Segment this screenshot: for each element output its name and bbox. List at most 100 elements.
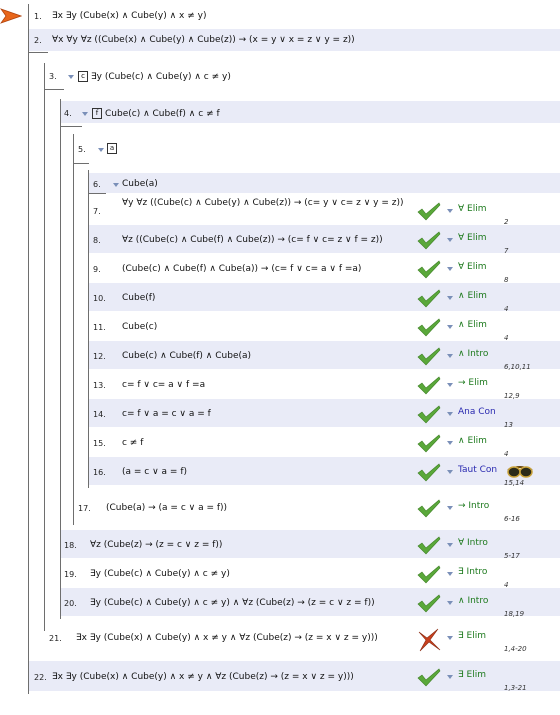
proof-row-background [89, 283, 560, 311]
rule-name[interactable]: ∧ Intro [458, 596, 488, 606]
premise-formula[interactable]: ∀x ∀y ∀z ((Cube(x) ∧ Cube(y) ∧ Cube(z)) … [52, 35, 355, 45]
rule-support[interactable]: 5-17 [504, 552, 520, 560]
line-number: 15. [93, 439, 106, 448]
proof-line-formula[interactable]: c= f ∨ c= a ∨ f =a [122, 380, 205, 390]
check-icon [417, 593, 441, 613]
proof-line-formula[interactable]: ∃y (Cube(c) ∧ Cube(y) ∧ c ≠ y) [90, 569, 230, 579]
rule-dropdown-icon[interactable] [447, 383, 453, 387]
rule-dropdown-icon[interactable] [447, 470, 453, 474]
rule-name[interactable]: ∀ Elim [458, 204, 486, 214]
rule-name[interactable]: → Elim [458, 378, 488, 388]
rule-name[interactable]: Ana Con [458, 407, 496, 417]
subproof-a-bar [73, 134, 74, 525]
line-number: 1. [34, 12, 42, 21]
rule-name[interactable]: ∧ Elim [458, 320, 487, 330]
rule-dropdown-icon[interactable] [447, 354, 453, 358]
check-icon [417, 564, 441, 584]
proof-line-formula[interactable]: ∀y ∀z ((Cube(c) ∧ Cube(y) ∧ Cube(z)) → (… [122, 198, 412, 209]
rule-name[interactable]: ∃ Elim [458, 631, 486, 641]
proof-line-formula[interactable]: (Cube(a) → (a = c ∨ a = f)) [106, 503, 227, 513]
rule-name[interactable]: ∀ Elim [458, 262, 486, 272]
rule-name[interactable]: ∧ Elim [458, 291, 487, 301]
check-icon [417, 433, 441, 453]
check-icon [417, 498, 441, 518]
proof-line-formula[interactable]: ∃x ∃y (Cube(x) ∧ Cube(y) ∧ x ≠ y ∧ ∀z (C… [52, 672, 354, 682]
rule-dropdown-icon[interactable] [447, 441, 453, 445]
rule-dropdown-icon[interactable] [447, 209, 453, 213]
rule-name[interactable]: ∃ Intro [458, 567, 487, 577]
rule-dropdown-icon[interactable] [447, 543, 453, 547]
check-icon [417, 317, 441, 337]
rule-name[interactable]: ∀ Intro [458, 538, 488, 548]
focus-pointer-icon[interactable] [0, 8, 22, 24]
proof-line-formula[interactable]: c= f ∨ a = c ∨ a = f [122, 409, 211, 419]
proof-panel: 1. ∃x ∃y (Cube(x) ∧ Cube(y) ∧ x ≠ y) 2. … [0, 0, 560, 715]
line-number: 21. [49, 634, 62, 643]
line-number: 10. [93, 294, 106, 303]
rule-dropdown-icon[interactable] [447, 412, 453, 416]
expand-triangle-icon[interactable] [82, 111, 88, 116]
line-number: 4. [64, 109, 72, 118]
assumption-formula-c-text: ∃y (Cube(c) ∧ Cube(y) ∧ c ≠ y) [91, 72, 231, 82]
rule-support[interactable]: 7 [504, 247, 508, 255]
expand-triangle-icon[interactable] [98, 148, 104, 152]
rule-dropdown-icon[interactable] [447, 601, 453, 605]
line-number: 17. [78, 504, 91, 513]
rule-name[interactable]: ∀ Elim [458, 233, 486, 243]
expand-triangle-icon[interactable] [68, 74, 74, 79]
line-number: 11. [93, 323, 106, 332]
assumption-separator [88, 193, 106, 194]
check-icon [417, 230, 441, 250]
rule-support[interactable]: 6,10,11 [504, 363, 531, 371]
rule-dropdown-icon[interactable] [447, 572, 453, 576]
rule-dropdown-icon[interactable] [447, 506, 453, 510]
proof-line-formula[interactable]: c ≠ f [122, 438, 143, 448]
rule-dropdown-icon[interactable] [447, 296, 453, 300]
proof-line-formula[interactable]: Cube(a) [122, 179, 158, 189]
rule-dropdown-icon[interactable] [447, 238, 453, 242]
line-number: 8. [93, 236, 101, 245]
proof-line-formula[interactable]: ∃y (Cube(c) ∧ Cube(y) ∧ c ≠ y) ∧ ∀z (Cub… [90, 598, 375, 608]
rule-support[interactable]: 1,3-21 [504, 684, 527, 692]
line-number: 7. [93, 207, 101, 216]
proof-line-formula[interactable]: (a = c ∨ a = f) [122, 467, 187, 477]
rule-dropdown-icon[interactable] [447, 267, 453, 271]
assumption-formula-c[interactable]: c ∃y (Cube(c) ∧ Cube(y) ∧ c ≠ y) [68, 71, 231, 82]
taut-con-goggles-icon[interactable] [507, 464, 533, 481]
proof-row-background [89, 173, 560, 193]
boxed-constant-f: f [92, 108, 102, 119]
line-number: 2. [34, 36, 42, 45]
rule-support[interactable]: 1,4-20 [504, 645, 527, 653]
line-number: 6. [93, 180, 101, 189]
assumption-separator [44, 89, 64, 90]
rule-name[interactable]: → Intro [458, 501, 489, 511]
rule-support[interactable]: 13 [504, 421, 513, 429]
rule-name[interactable]: ∃ Elim [458, 670, 486, 680]
line-number: 9. [93, 265, 101, 274]
assumption-formula-f-text: Cube(c) ∧ Cube(f) ∧ c ≠ f [105, 109, 220, 119]
premise-separator [28, 52, 48, 53]
rule-dropdown-icon[interactable] [447, 636, 453, 640]
proof-line-formula[interactable]: ∀z ((Cube(c) ∧ Cube(f) ∧ Cube(z)) → (c= … [122, 235, 383, 245]
expand-triangle-icon[interactable] [113, 183, 119, 187]
proof-line-formula[interactable]: (Cube(c) ∧ Cube(f) ∧ Cube(a)) → (c= f ∨ … [122, 264, 361, 274]
proof-line-formula[interactable]: Cube(f) [122, 293, 155, 303]
proof-line-formula[interactable]: ∃x ∃y (Cube(x) ∧ Cube(y) ∧ x ≠ y ∧ ∀z (C… [76, 633, 378, 643]
check-icon [417, 667, 441, 687]
check-icon [417, 201, 441, 221]
rule-dropdown-icon[interactable] [447, 325, 453, 329]
rule-dropdown-icon[interactable] [447, 675, 453, 679]
premise-formula[interactable]: ∃x ∃y (Cube(x) ∧ Cube(y) ∧ x ≠ y) [52, 11, 206, 21]
rule-support[interactable]: 6-16 [504, 515, 520, 523]
rule-support[interactable]: 18,19 [504, 610, 524, 618]
rule-name[interactable]: Taut Con [458, 465, 497, 475]
assumption-formula-f[interactable]: f Cube(c) ∧ Cube(f) ∧ c ≠ f [82, 108, 220, 119]
line-number: 18. [64, 541, 77, 550]
proof-line-formula[interactable]: Cube(c) [122, 322, 157, 332]
rule-support[interactable]: 4 [504, 305, 508, 313]
rule-name[interactable]: ∧ Intro [458, 349, 488, 359]
rule-name[interactable]: ∧ Elim [458, 436, 487, 446]
proof-line-formula[interactable]: ∀z (Cube(z) → (z = c ∨ z = f)) [90, 540, 222, 550]
check-icon [417, 375, 441, 395]
proof-line-formula[interactable]: Cube(c) ∧ Cube(f) ∧ Cube(a) [122, 351, 251, 361]
